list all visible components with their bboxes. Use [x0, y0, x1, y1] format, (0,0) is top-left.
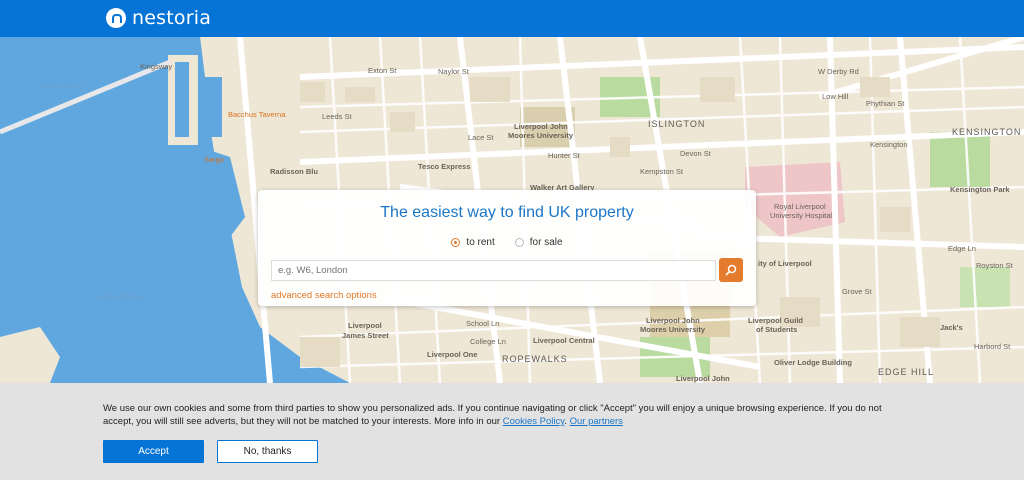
- map-label-hunter-st: Hunter St: [548, 151, 580, 160]
- map-label-ljmu-b: Moores University: [508, 131, 574, 140]
- radio-for-sale[interactable]: for sale: [514, 237, 563, 248]
- map-label-liverpool-one: Liverpool One: [427, 350, 478, 359]
- map-label-river-mersey-2: River Mersey: [100, 292, 145, 301]
- cookie-message: We use our own cookies and some from thi…: [103, 402, 903, 428]
- logo-text: nestoria: [132, 7, 212, 29]
- map-label-edge-hill: EDGE HILL: [878, 367, 935, 377]
- cookie-message-text: We use our own cookies and some from thi…: [103, 403, 882, 427]
- magnifier-icon: [725, 264, 737, 276]
- map-label-kensington: KENSINGTON: [952, 127, 1022, 137]
- radio-to-rent-dot[interactable]: [451, 238, 461, 247]
- cookie-separator: .: [564, 416, 567, 427]
- radio-to-rent[interactable]: to rent: [451, 237, 495, 248]
- map-label-islington: ISLINGTON: [648, 119, 706, 129]
- map-label-oliver-lodge: Oliver Lodge Building: [774, 358, 852, 367]
- radio-for-sale-dot[interactable]: [514, 238, 524, 247]
- map-label-college-ln: College Ln: [470, 337, 506, 346]
- map-label-james-street: Liverpool: [348, 321, 382, 330]
- map-label-harbord-st: Harbord St: [974, 342, 1011, 351]
- search-button[interactable]: [719, 258, 743, 282]
- map-label-liverpool-central: Liverpool Central: [533, 336, 595, 345]
- map-label-grove-st: Grove St: [842, 287, 872, 296]
- map-label-school-ln: School Ln: [466, 319, 500, 328]
- home-icon: [106, 8, 126, 28]
- map-label-ljmu-3: Liverpool John: [676, 374, 730, 383]
- map-label-ropewalks: ROPEWALKS: [502, 354, 568, 364]
- map-label-exton-st: Exton St: [368, 66, 397, 75]
- map-label-city-liverpool: ity of Liverpool: [758, 259, 812, 268]
- cookies-policy-link[interactable]: Cookies Policy: [503, 416, 565, 427]
- accept-button[interactable]: Accept: [103, 440, 204, 463]
- map-label-kingsway: Kingsway: [140, 62, 173, 71]
- map-label-leeds-st: Leeds St: [322, 112, 352, 121]
- radio-for-sale-label: for sale: [529, 237, 563, 248]
- cookie-banner: We use our own cookies and some from thi…: [0, 383, 1024, 480]
- map-label-guild: Liverpool Guild: [748, 316, 804, 325]
- map-label-royal-hospital-b: University Hospital: [770, 211, 833, 220]
- map-label-ljmu-2: Liverpool John: [646, 316, 700, 325]
- top-bar: nestoria: [0, 0, 1024, 37]
- map-label-jacks: Jack's: [940, 323, 963, 332]
- map-label-bacchus: Bacchus Taverna: [228, 110, 286, 119]
- map-label-ljmu: Liverpool John: [514, 122, 568, 131]
- map-label-w-derby-rd: W Derby Rd: [818, 67, 859, 76]
- map-label-kempston-st: Kempston St: [640, 167, 683, 176]
- radio-to-rent-label: to rent: [466, 237, 495, 248]
- map-label-sargo: Sargo: [204, 155, 225, 164]
- map-label-royal-hospital: Royal Liverpool: [774, 202, 826, 211]
- map-label-phythian-st: Phythian St: [866, 99, 905, 108]
- map-label-tesco: Tesco Express: [418, 162, 471, 171]
- location-search-input[interactable]: [271, 260, 716, 281]
- map-label-ljmu-2b: Moores University: [640, 325, 706, 334]
- map-label-royston-st: Royston St: [976, 261, 1013, 270]
- search-panel: The easiest way to find UK property to r…: [258, 190, 756, 306]
- map-label-river-mersey: River Mersey: [40, 82, 85, 91]
- advanced-search-link[interactable]: advanced search options: [271, 290, 377, 301]
- decline-button[interactable]: No, thanks: [217, 440, 318, 463]
- map-label-james-street-b: James Street: [342, 331, 389, 340]
- map-label-edge-ln: Edge Ln: [948, 244, 976, 253]
- our-partners-link[interactable]: Our partners: [570, 416, 623, 427]
- map-label-lace-st: Lace St: [468, 133, 494, 142]
- nestoria-logo[interactable]: nestoria: [106, 7, 211, 29]
- map-label-radisson: Radisson Blu: [270, 167, 318, 176]
- listing-type-radio-group: to rent for sale: [258, 237, 756, 248]
- map-label-devon-st: Devon St: [680, 149, 711, 158]
- map-label-guild-b: of Students: [756, 325, 798, 334]
- map-label-naylor-st: Naylor St: [438, 67, 469, 76]
- map-label-kensington-park: Kensington Park: [950, 185, 1010, 194]
- search-title: The easiest way to find UK property: [380, 204, 634, 221]
- map-label-kensington-rd: Kensington: [870, 140, 908, 149]
- map-label-low-hill: Low Hill: [822, 92, 849, 101]
